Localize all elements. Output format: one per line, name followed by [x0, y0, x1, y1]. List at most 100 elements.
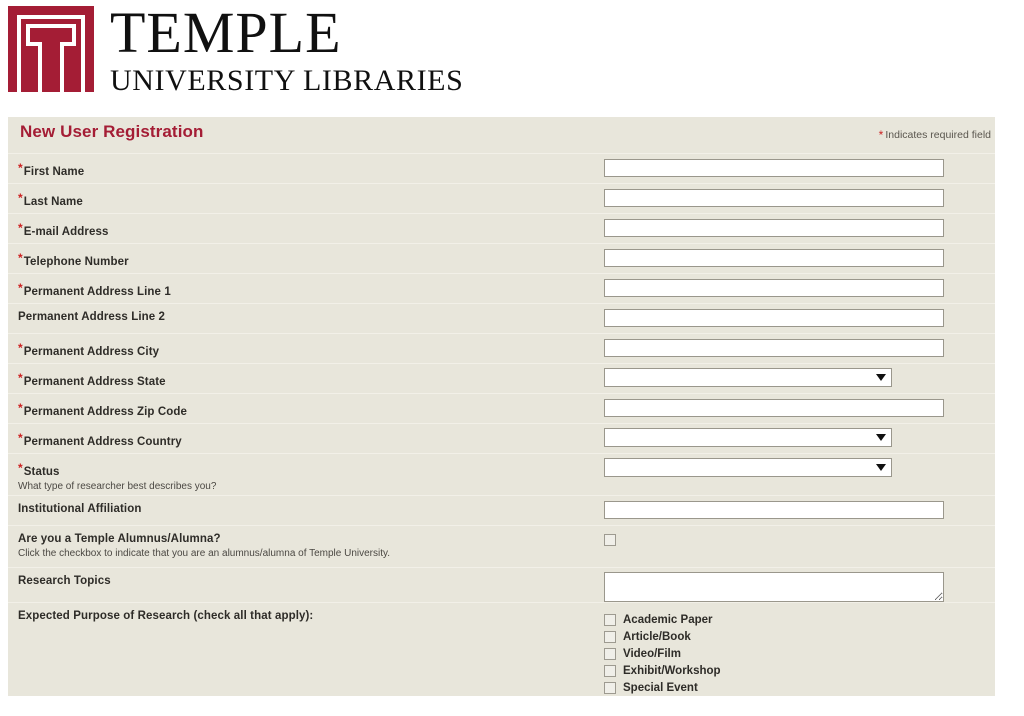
control-cell: [604, 526, 995, 551]
label-cell: *Permanent Address State: [8, 364, 604, 388]
form-row: *E-mail Address: [8, 213, 995, 243]
field-label-text: Telephone Number: [23, 256, 129, 268]
text-input[interactable]: [604, 399, 944, 417]
text-input[interactable]: [604, 219, 944, 237]
form-row: Are you a Temple Alumnus/Alumna? Click th…: [8, 525, 995, 567]
text-input[interactable]: [604, 501, 944, 519]
form-row: *Permanent Address City: [8, 333, 995, 363]
field-label-text: Permanent Address Line 2: [18, 311, 166, 323]
form-row-expected-purpose: Expected Purpose of Research (check all …: [8, 602, 995, 696]
label-cell: *First Name: [8, 154, 604, 178]
required-asterisk-icon: *: [18, 341, 23, 355]
temple-t-emblem-icon: [8, 6, 94, 92]
temple-libraries-logo[interactable]: TEMPLE UNIVERSITY LIBRARIES: [8, 0, 464, 100]
field-label: Are you a Temple Alumnus/Alumna?: [18, 533, 604, 545]
field-label: *Permanent Address Line 1: [18, 281, 604, 298]
form-row: *First Name: [8, 153, 995, 183]
text-input[interactable]: [604, 339, 944, 357]
purpose-checkbox[interactable]: [604, 613, 616, 626]
purpose-checkbox-item[interactable]: Special Event: [604, 679, 995, 696]
required-asterisk-icon: *: [878, 128, 884, 142]
text-input[interactable]: [604, 279, 944, 297]
field-label-text: Are you a Temple Alumnus/Alumna?: [18, 533, 221, 545]
purpose-checkbox-label: Exhibit/Workshop: [623, 664, 721, 677]
select-dropdown[interactable]: [604, 458, 892, 477]
required-asterisk-icon: *: [18, 281, 23, 295]
form-row: *Permanent Address Zip Code: [8, 393, 995, 423]
label-cell: *Permanent Address City: [8, 334, 604, 358]
field-label-text: Status: [23, 466, 60, 478]
label-cell: Are you a Temple Alumnus/Alumna? Click th…: [8, 526, 604, 559]
page-title: New User Registration: [20, 122, 204, 141]
control-cell: [604, 304, 995, 327]
chevron-down-icon: [876, 374, 886, 381]
site-header: TEMPLE UNIVERSITY LIBRARIES: [0, 0, 1024, 108]
select-dropdown[interactable]: [604, 428, 892, 447]
purpose-checkbox-label: Video/Film: [623, 647, 681, 660]
form-row: *Permanent Address Country: [8, 423, 995, 453]
text-input[interactable]: [604, 159, 944, 177]
label-cell: *Permanent Address Line 1: [8, 274, 604, 298]
field-label: Research Topics: [18, 575, 604, 587]
label-cell: *E-mail Address: [8, 214, 604, 238]
control-cell: [604, 274, 995, 297]
required-asterisk-icon: *: [18, 161, 23, 175]
field-label: *Last Name: [18, 191, 604, 208]
purpose-checkbox-item[interactable]: Exhibit/Workshop: [604, 662, 995, 679]
wordmark-university-libraries: UNIVERSITY LIBRARIES: [110, 64, 464, 97]
wordmark-temple: TEMPLE: [110, 0, 342, 65]
select-dropdown[interactable]: [604, 368, 892, 387]
field-label-text: Permanent Address Zip Code: [23, 406, 187, 418]
form-row: *Telephone Number: [8, 243, 995, 273]
form-row: Research Topics: [8, 567, 995, 602]
label-cell: *Permanent Address Zip Code: [8, 394, 604, 418]
label-cell: *Telephone Number: [8, 244, 604, 268]
control-cell: [604, 454, 995, 482]
form-row: *Status What type of researcher best desc…: [8, 453, 995, 495]
control-cell: [604, 496, 995, 519]
field-label-text: First Name: [23, 166, 85, 178]
control-cell: [604, 568, 995, 602]
field-label: *Permanent Address State: [18, 371, 604, 388]
form-row: Permanent Address Line 2: [8, 303, 995, 333]
control-cell: [604, 214, 995, 237]
required-asterisk-icon: *: [18, 401, 23, 415]
alumnus-checkbox[interactable]: [604, 534, 616, 546]
field-label-text: E-mail Address: [23, 226, 109, 238]
label-cell: *Status What type of researcher best desc…: [8, 454, 604, 492]
purpose-checkbox-group: Academic Paper Article/Book Video/Film Exhi…: [604, 607, 995, 696]
text-input[interactable]: [604, 189, 944, 207]
required-asterisk-icon: *: [18, 191, 23, 205]
purpose-checkbox[interactable]: [604, 647, 616, 660]
required-asterisk-icon: *: [18, 221, 23, 235]
purpose-checkbox[interactable]: [604, 664, 616, 677]
form-row: *Last Name: [8, 183, 995, 213]
required-asterisk-icon: *: [18, 251, 23, 265]
purpose-checkbox-item[interactable]: Video/Film: [604, 645, 995, 662]
text-input[interactable]: [604, 249, 944, 267]
label-cell: Permanent Address Line 2: [8, 304, 604, 323]
form-row: *Permanent Address Line 1: [8, 273, 995, 303]
control-cell: [604, 334, 995, 357]
control-cell: [604, 244, 995, 267]
field-label: *Permanent Address Zip Code: [18, 401, 604, 418]
research-topics-textarea[interactable]: [604, 572, 944, 602]
label-cell: Expected Purpose of Research (check all …: [8, 603, 604, 622]
control-cell: [604, 394, 995, 417]
required-asterisk-icon: *: [18, 431, 23, 445]
registration-form-panel: New User Registration * Indicates require…: [8, 117, 995, 696]
purpose-checkbox-item[interactable]: Academic Paper: [604, 611, 995, 628]
field-label-text: Permanent Address City: [23, 346, 160, 358]
purpose-checkbox-label: Article/Book: [623, 630, 691, 643]
required-asterisk-icon: *: [18, 461, 23, 475]
field-label: *E-mail Address: [18, 221, 604, 238]
purpose-checkbox[interactable]: [604, 681, 616, 694]
control-cell: [604, 424, 995, 452]
text-input[interactable]: [604, 309, 944, 327]
field-hint: What type of researcher best describes y…: [18, 481, 217, 492]
field-label: Permanent Address Line 2: [18, 311, 604, 323]
purpose-checkbox-item[interactable]: Article/Book: [604, 628, 995, 645]
field-label: Institutional Affiliation: [18, 503, 604, 515]
purpose-checkbox[interactable]: [604, 630, 616, 643]
form-row: Institutional Affiliation: [8, 495, 995, 525]
